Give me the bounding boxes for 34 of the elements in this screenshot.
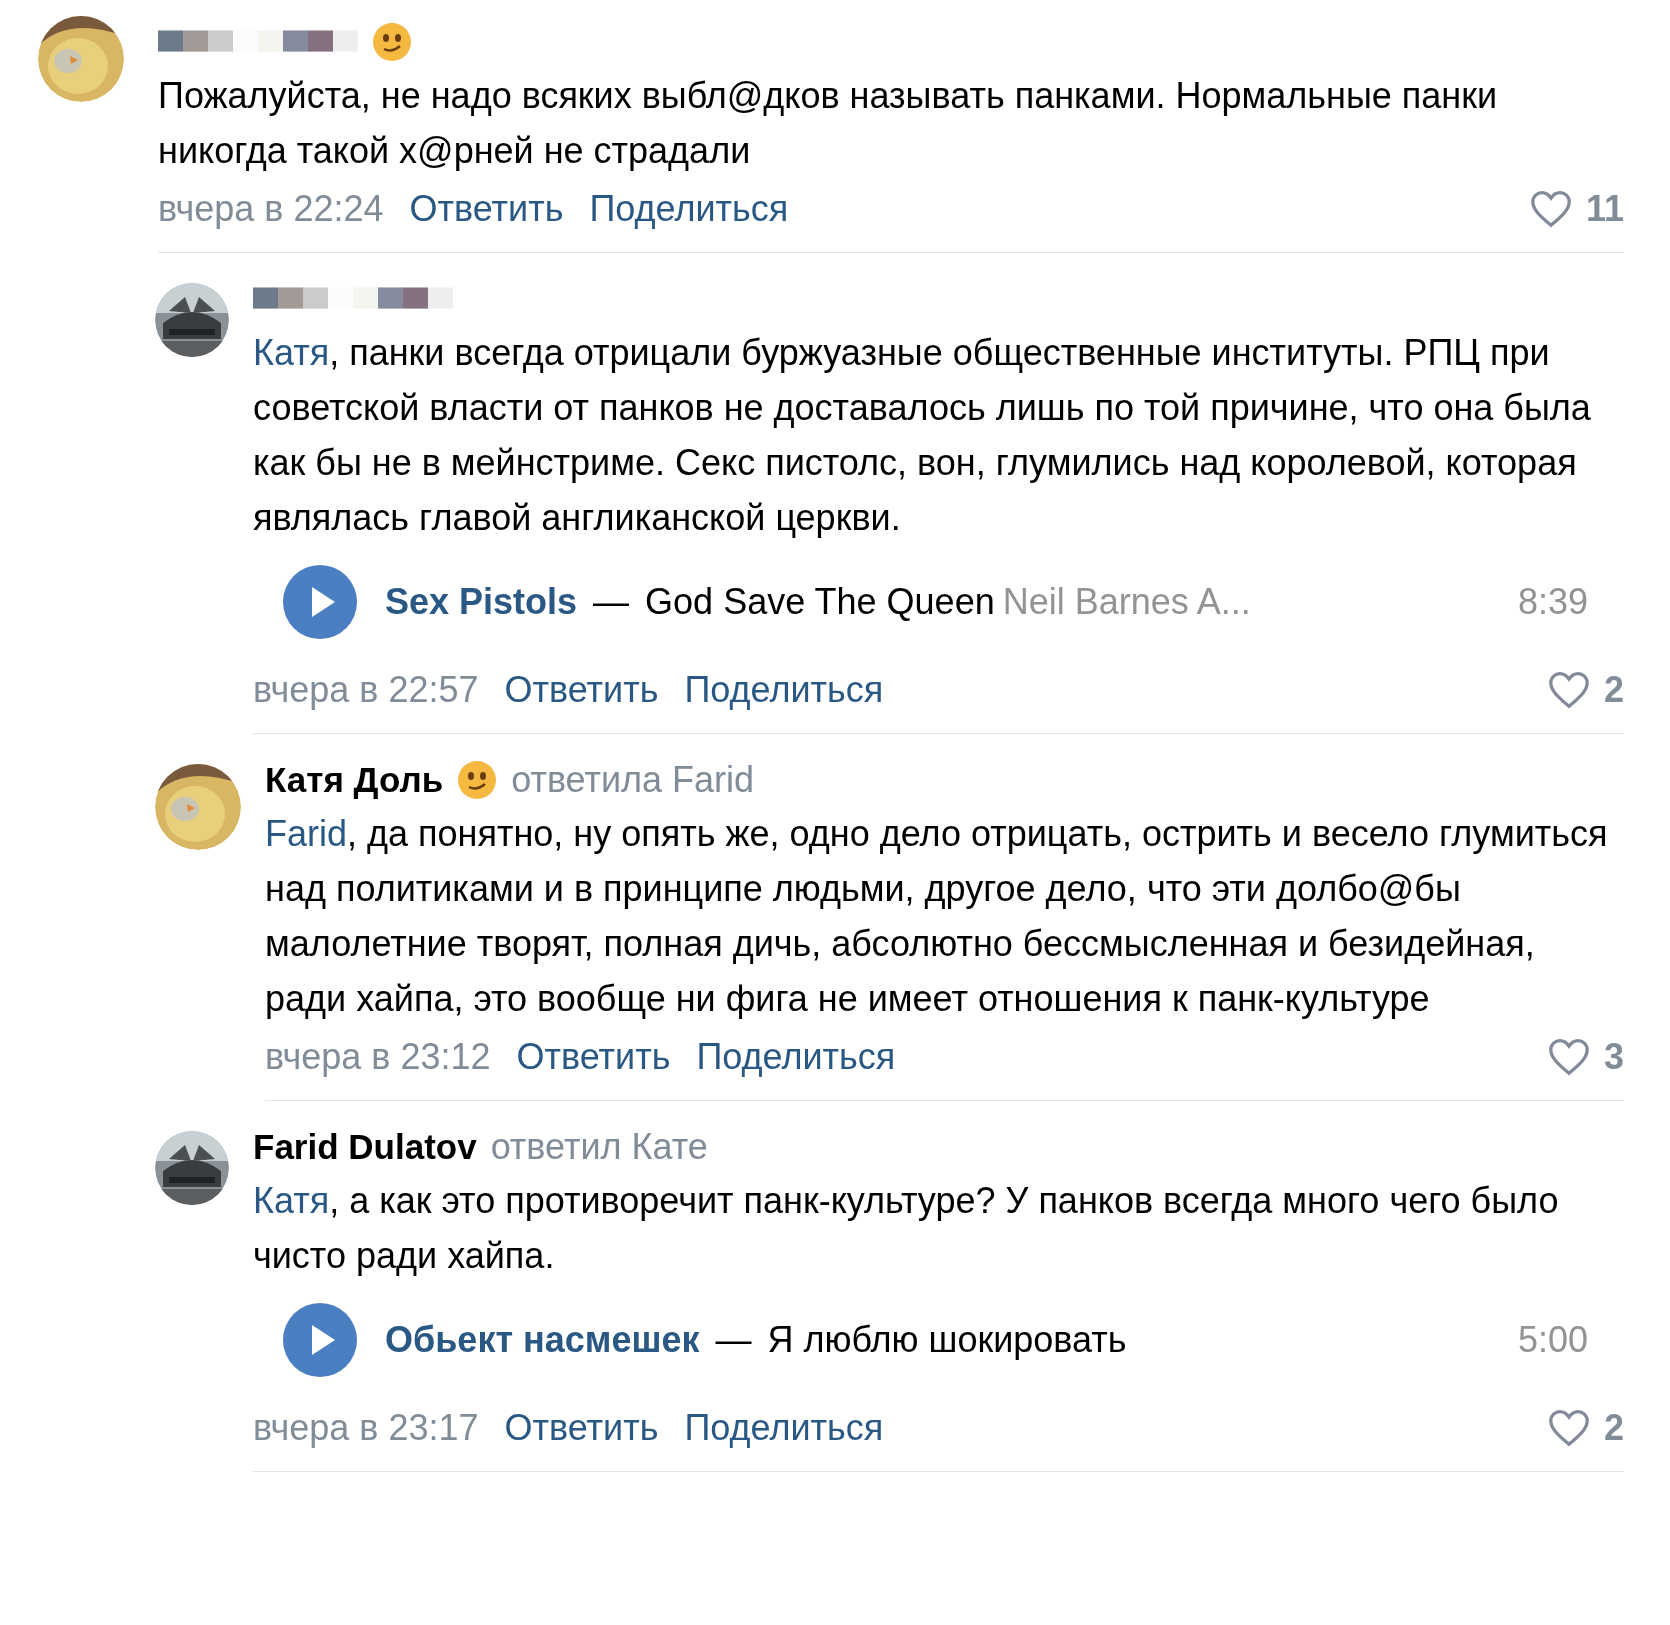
play-icon[interactable] (283, 565, 357, 639)
like-count: 2 (1603, 1406, 1624, 1450)
reply-to-label: ответила Farid (511, 758, 755, 802)
like-count: 11 (1585, 187, 1624, 231)
mention-link[interactable]: Катя (253, 1180, 330, 1221)
like-count: 3 (1603, 1035, 1624, 1079)
mention-link[interactable]: Катя (253, 332, 330, 373)
reply-link[interactable]: Ответить (516, 1030, 671, 1084)
mention-link[interactable]: Farid (265, 813, 348, 854)
share-link[interactable]: Поделиться (684, 663, 884, 717)
play-icon[interactable] (283, 1303, 357, 1377)
track-duration: 5:00 (1517, 1318, 1588, 1362)
track-title: God Save The Queen (645, 580, 995, 624)
track-artist[interactable]: Обьект насмешек (385, 1313, 700, 1367)
reply-link[interactable]: Ответить (409, 182, 564, 236)
reply-to-label: ответил Кате (490, 1125, 708, 1169)
comment-text: Farid, да понятно, ну опять же, одно дело отрицать, острить и весело глумиться над политиками и в принципе людьми, другое дело, что эти долбо@бы малолетние творят, полная дичь, абсолютно бессмысленная и безидейная, ради хайпа, это вообще ни фига не имеет отношения к панк-культуре (265, 812, 1609, 1021)
share-link[interactable]: Поделиться (696, 1030, 896, 1084)
track-title: Я люблю шокировать (767, 1318, 1127, 1362)
reply-link[interactable]: Ответить (504, 1401, 659, 1455)
comment-text: Пожалуйста, не надо всяких выбл@дков называть панками. Нормальные панки никогда такой х@рней не страдали (158, 74, 1499, 173)
track-subtitle: Neil Barnes A... (1002, 580, 1251, 624)
track-duration: 8:39 (1517, 580, 1588, 624)
track-artist[interactable]: Sex Pistols (385, 575, 578, 629)
comment-text: Катя, а как это противоречит панк-культуре? У панков всегда много чего было чисто ради хайпа. (253, 1179, 1560, 1278)
dash-text: — (593, 580, 630, 624)
dash-text: — (715, 1318, 752, 1362)
comment-text: Катя, панки всегда отрицали буржуазные общественные институты. РПЦ при советской власти от панков не доставалось лишь по той причине, что она была как бы не в мейнстриме. Секс пистолс, вон, глумились над королевой, которая являлась главой англиканской церкви. (253, 331, 1592, 540)
like-count: 2 (1603, 668, 1624, 712)
share-link[interactable]: Поделиться (684, 1401, 884, 1455)
share-link[interactable]: Поделиться (589, 182, 789, 236)
author-name[interactable]: Farid Dulatov (253, 1120, 477, 1174)
author-name[interactable]: Катя Доль (265, 753, 444, 807)
reply-link[interactable]: Ответить (504, 663, 659, 717)
